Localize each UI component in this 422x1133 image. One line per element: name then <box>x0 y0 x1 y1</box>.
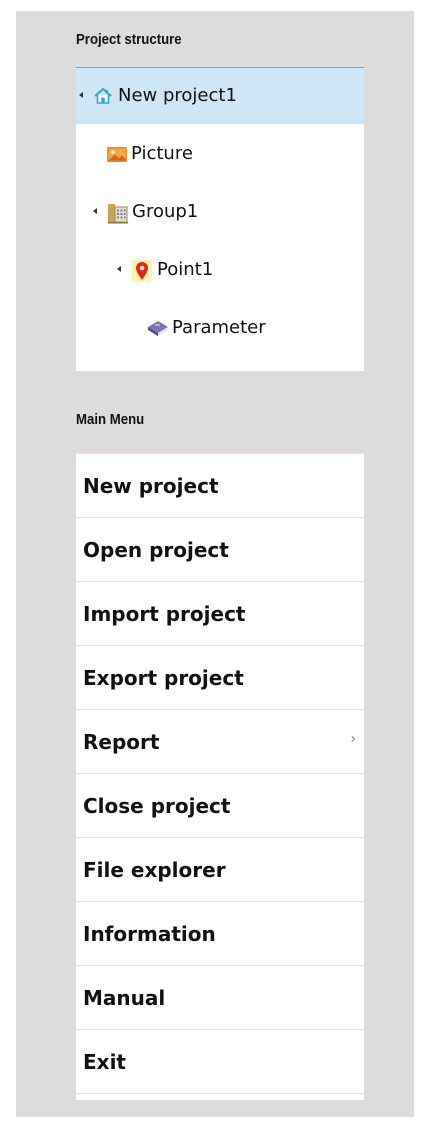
tree-node-label: Parameter <box>172 317 266 338</box>
menu-item-label: Import project <box>83 602 246 626</box>
map-pin-icon <box>132 260 152 282</box>
building-icon <box>107 202 128 224</box>
menu-item-exit[interactable]: Exit <box>76 1030 364 1094</box>
picture-icon <box>106 144 127 164</box>
menu-item-information[interactable]: Information <box>76 902 364 966</box>
chevron-right-icon: › <box>350 731 356 747</box>
menu-item-open-project[interactable]: Open project <box>76 518 364 582</box>
menu-item-new-project[interactable]: New project <box>76 454 364 518</box>
project-tree[interactable]: New project1 Picture Group1 Point1 Param… <box>76 67 364 371</box>
collapse-arrow-icon[interactable] <box>79 92 83 98</box>
menu-item-report[interactable]: Report › <box>76 710 364 774</box>
tree-node-group1[interactable]: Group1 <box>76 184 364 240</box>
menu-item-manual[interactable]: Manual <box>76 966 364 1030</box>
tree-node-parameter[interactable]: Parameter <box>76 300 364 356</box>
collapse-arrow-icon[interactable] <box>93 208 97 214</box>
menu-item-label: Close project <box>83 794 231 818</box>
menu-item-file-explorer[interactable]: File explorer <box>76 838 364 902</box>
tree-node-point1[interactable]: Point1 <box>76 242 364 298</box>
menu-item-label: Information <box>83 922 216 946</box>
menu-item-label: Manual <box>83 986 166 1010</box>
menu-item-label: Exit <box>83 1050 126 1074</box>
collapse-arrow-icon[interactable] <box>117 266 121 272</box>
book-icon <box>146 318 168 338</box>
menu-item-label: New project <box>83 474 219 498</box>
tree-node-picture[interactable]: Picture <box>76 126 364 182</box>
tree-node-label: Group1 <box>132 201 199 222</box>
menu-item-import-project[interactable]: Import project <box>76 582 364 646</box>
main-menu: New project Open project Import project … <box>76 452 364 1100</box>
menu-item-label: Open project <box>83 538 229 562</box>
tree-node-label: Picture <box>131 143 193 164</box>
menu-item-label: Export project <box>83 666 244 690</box>
home-icon <box>93 86 113 106</box>
tree-node-new-project1[interactable]: New project1 <box>76 68 364 124</box>
menu-item-export-project[interactable]: Export project <box>76 646 364 710</box>
menu-item-label: File explorer <box>83 858 226 882</box>
tree-node-label: Point1 <box>157 259 214 280</box>
project-structure-title: Project structure <box>76 31 182 48</box>
menu-item-label: Report <box>83 730 160 754</box>
main-menu-title: Main Menu <box>76 411 145 428</box>
menu-item-close-project[interactable]: Close project <box>76 774 364 838</box>
tree-node-label: New project1 <box>118 85 237 106</box>
